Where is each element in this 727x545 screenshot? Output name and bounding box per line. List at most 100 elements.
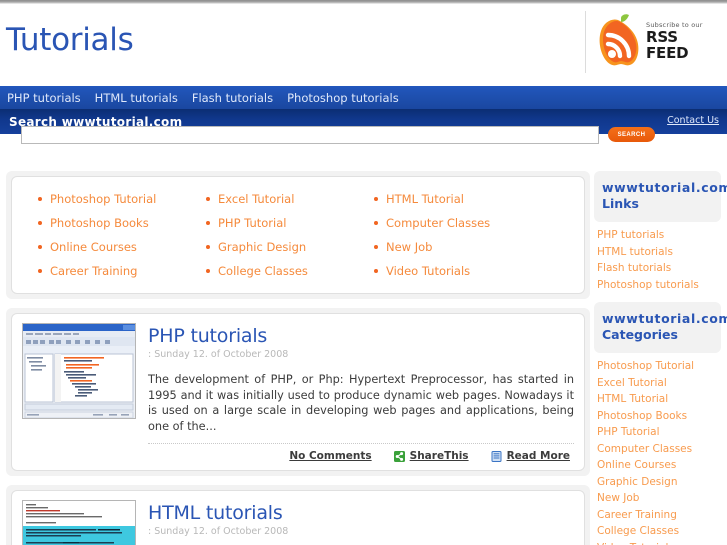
list-item[interactable]: PHP Tutorial [597, 423, 721, 440]
read-more-action[interactable]: Read More [491, 450, 570, 462]
list-item[interactable]: Flash tutorials [597, 259, 721, 276]
widget-title-line2: Categories [602, 327, 678, 342]
category-link[interactable]: Computer Classes [597, 443, 692, 455]
category-link[interactable]: New Job [597, 492, 639, 504]
list-item[interactable]: Computer Classes [597, 440, 721, 457]
list-item[interactable]: Excel Tutorial [597, 374, 721, 391]
category-link[interactable]: Excel Tutorial [597, 377, 667, 389]
list-item[interactable]: College Classes [206, 264, 374, 278]
featured-link[interactable]: Excel Tutorial [218, 192, 294, 206]
list-item[interactable]: Video Tutorials [597, 539, 721, 545]
category-link[interactable]: Photoshop Books [597, 410, 687, 422]
list-item[interactable]: Graphic Design [597, 473, 721, 490]
list-item[interactable]: College Classes [597, 522, 721, 539]
sidebar: wwwtutorial.com Links PHP tutorials HTML… [590, 171, 727, 545]
nav-item-html-tutorials[interactable]: HTML tutorials [95, 91, 178, 105]
category-link[interactable]: Photoshop Tutorial [597, 360, 694, 372]
rss-subscribe-block[interactable]: Subscribe to our RSS FEED [585, 11, 725, 73]
list-item[interactable]: PHP Tutorial [206, 216, 374, 230]
list-item[interactable]: Computer Classes [374, 216, 542, 230]
sidebar-link-html-tutorials[interactable]: HTML tutorials [597, 246, 673, 258]
article-html-tutorials: HTML tutorials : Sunday 12. of October 2… [12, 491, 584, 545]
article-php-tutorials: PHP tutorials : Sunday 12. of October 20… [12, 314, 584, 470]
article-title[interactable]: PHP tutorials [148, 325, 574, 347]
list-item[interactable]: Video Tutorials [374, 264, 542, 278]
article-thumbnail-wrap[interactable] [22, 323, 148, 462]
featured-links-column-3: HTML Tutorial Computer Classes New Job V… [374, 192, 542, 278]
search-input[interactable] [21, 126, 599, 144]
featured-link[interactable]: Career Training [50, 264, 137, 278]
no-comments-link[interactable]: No Comments [289, 450, 371, 462]
page-body: Photoshop Tutorial Photoshop Books Onlin… [0, 162, 727, 545]
featured-link[interactable]: Photoshop Books [50, 216, 149, 230]
list-item[interactable]: HTML Tutorial [374, 192, 542, 206]
read-more-link[interactable]: Read More [507, 450, 570, 462]
category-link[interactable]: College Classes [597, 525, 679, 537]
featured-link[interactable]: HTML Tutorial [386, 192, 464, 206]
sidebar-link-php-tutorials[interactable]: PHP tutorials [597, 229, 664, 241]
list-item[interactable]: Graphic Design [206, 240, 374, 254]
list-item[interactable]: Career Training [38, 264, 206, 278]
featured-links-column-2: Excel Tutorial PHP Tutorial Graphic Desi… [206, 192, 374, 278]
widget-title-line2: Links [602, 196, 639, 211]
list-item[interactable]: Photoshop tutorials [597, 276, 721, 293]
nav-item-php-tutorials[interactable]: PHP tutorials [7, 91, 81, 105]
featured-link[interactable]: PHP Tutorial [218, 216, 286, 230]
sidebar-link-photoshop-tutorials[interactable]: Photoshop tutorials [597, 279, 699, 291]
share-icon [393, 450, 405, 462]
list-item[interactable]: New Job [597, 489, 721, 506]
list-item[interactable]: Photoshop Tutorial [597, 357, 721, 374]
comments-action[interactable]: No Comments [289, 450, 371, 462]
category-link[interactable]: Graphic Design [597, 476, 678, 488]
featured-link[interactable]: Online Courses [50, 240, 137, 254]
search-input-row: SEARCH [0, 126, 727, 162]
sidebar-link-flash-tutorials[interactable]: Flash tutorials [597, 262, 671, 274]
list-item[interactable]: HTML Tutorial [597, 390, 721, 407]
featured-link[interactable]: Photoshop Tutorial [50, 192, 156, 206]
category-link[interactable]: Video Tutorials [597, 542, 674, 545]
list-item[interactable]: Photoshop Books [597, 407, 721, 424]
search-button[interactable]: SEARCH [608, 127, 655, 142]
contact-us-link[interactable]: Contact Us [667, 115, 719, 126]
list-item[interactable]: Excel Tutorial [206, 192, 374, 206]
article-panel-php: PHP tutorials : Sunday 12. of October 20… [6, 308, 590, 476]
share-this-link[interactable]: ShareThis [410, 450, 469, 462]
list-item[interactable]: HTML tutorials [597, 243, 721, 260]
featured-link[interactable]: College Classes [218, 264, 308, 278]
category-link[interactable]: PHP Tutorial [597, 426, 660, 438]
article-panel-html: HTML tutorials : Sunday 12. of October 2… [6, 485, 590, 545]
article-date: : Sunday 12. of October 2008 [148, 526, 289, 537]
article-thumbnail-wrap[interactable] [22, 500, 148, 545]
list-item[interactable]: New Job [374, 240, 542, 254]
list-item[interactable]: Online Courses [38, 240, 206, 254]
category-link[interactable]: HTML Tutorial [597, 393, 668, 405]
main-navigation: PHP tutorials HTML tutorials Flash tutor… [0, 86, 727, 109]
featured-links-panel: Photoshop Tutorial Photoshop Books Onlin… [6, 171, 590, 299]
article-title[interactable]: HTML tutorials [148, 502, 574, 524]
widget-title-line1: wwwtutorial.com [602, 311, 727, 326]
featured-link[interactable]: New Job [386, 240, 432, 254]
featured-link[interactable]: Computer Classes [386, 216, 490, 230]
html-source-screenshot-icon [22, 500, 136, 545]
list-item[interactable]: Online Courses [597, 456, 721, 473]
article-actions: No Comments ShareThis Read More [148, 450, 574, 462]
list-item[interactable]: Career Training [597, 506, 721, 523]
nav-item-flash-tutorials[interactable]: Flash tutorials [192, 91, 273, 105]
share-action[interactable]: ShareThis [393, 450, 469, 462]
rss-feed-text: RSS FEED [646, 28, 689, 62]
list-item[interactable]: Photoshop Books [38, 216, 206, 230]
rss-apple-icon [594, 13, 640, 71]
article-divider [148, 443, 574, 444]
featured-links-column-1: Photoshop Tutorial Photoshop Books Onlin… [38, 192, 206, 278]
category-link[interactable]: Career Training [597, 509, 677, 521]
category-link[interactable]: Online Courses [597, 459, 676, 471]
list-item[interactable]: PHP tutorials [597, 226, 721, 243]
nav-item-photoshop-tutorials[interactable]: Photoshop tutorials [287, 91, 399, 105]
featured-links-grid: Photoshop Tutorial Photoshop Books Onlin… [12, 177, 584, 293]
featured-link[interactable]: Video Tutorials [386, 264, 470, 278]
list-item[interactable]: Photoshop Tutorial [38, 192, 206, 206]
widget-links-header: wwwtutorial.com Links [594, 171, 727, 222]
page-title: Tutorials [6, 22, 134, 58]
widget-links: wwwtutorial.com Links PHP tutorials HTML… [594, 171, 727, 293]
featured-link[interactable]: Graphic Design [218, 240, 306, 254]
